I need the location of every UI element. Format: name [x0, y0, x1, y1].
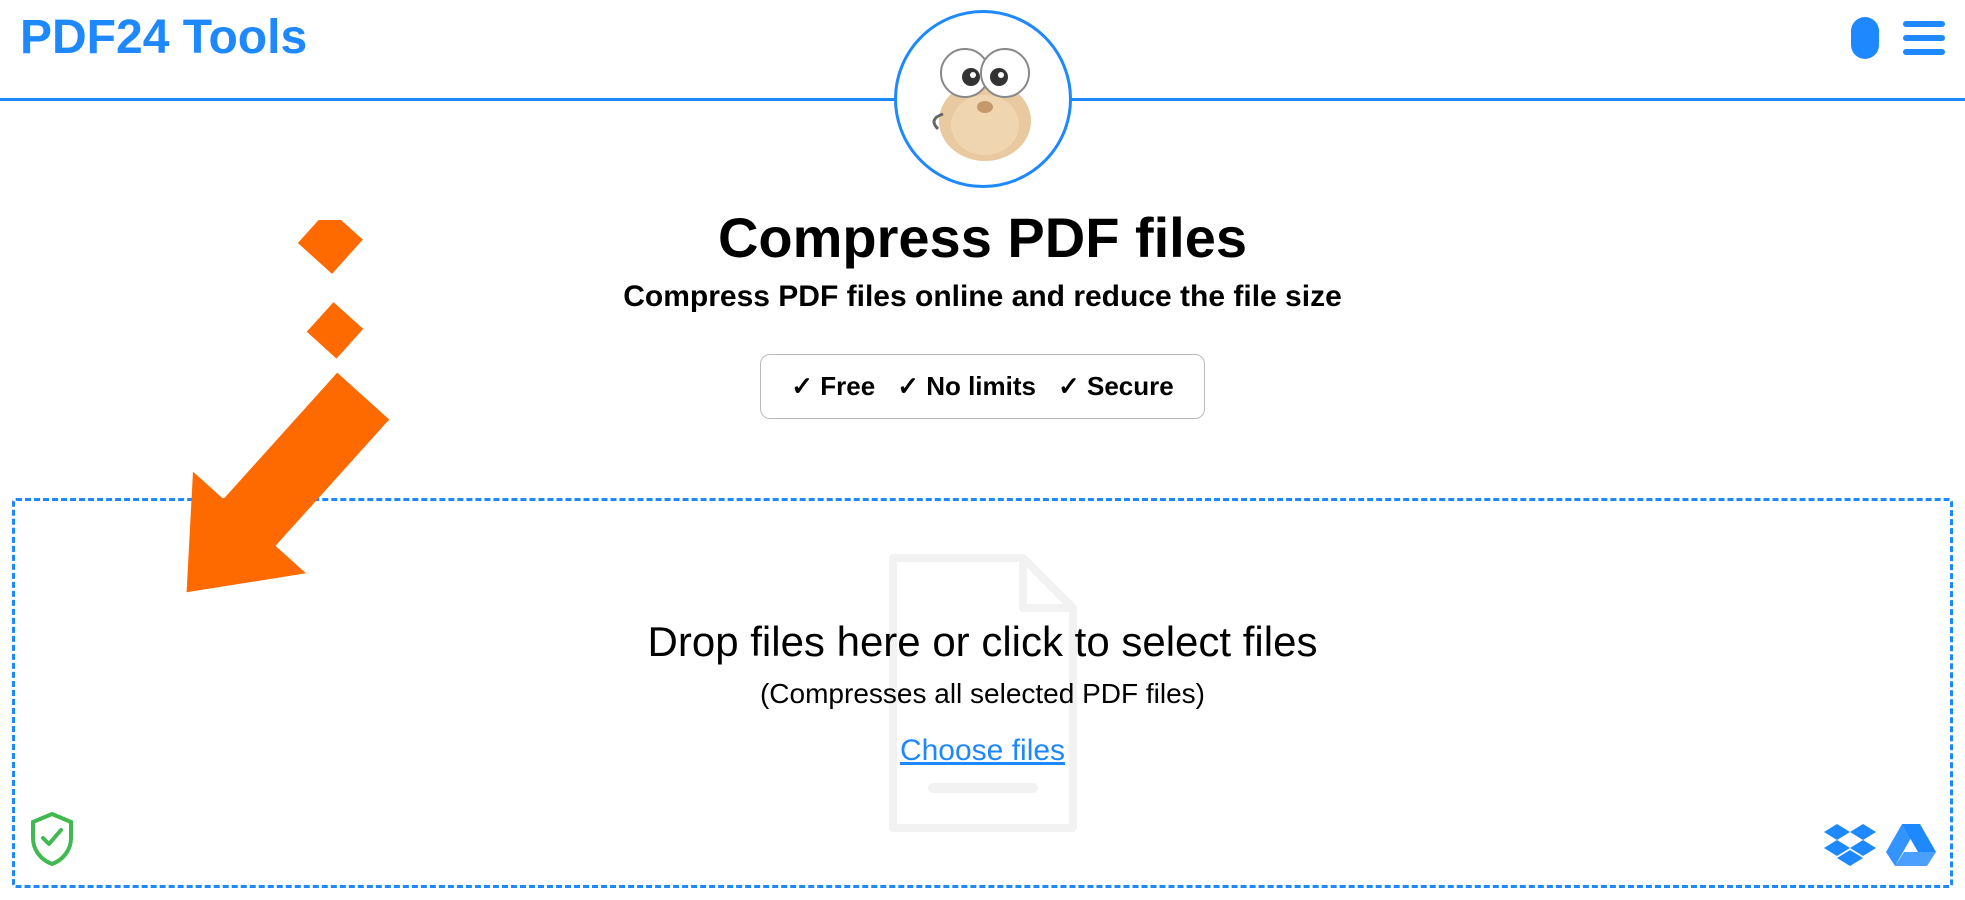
notification-pill-icon[interactable]: [1851, 17, 1879, 59]
pointer-arrow-icon: [130, 220, 600, 640]
choose-files-link[interactable]: Choose files: [900, 734, 1065, 767]
mascot-icon: [894, 10, 1072, 188]
dropzone-subtitle: (Compresses all selected PDF files): [15, 678, 1950, 710]
feature-nolimits: ✓ No limits: [897, 371, 1036, 402]
menu-button[interactable]: [1903, 21, 1945, 55]
shield-check-icon[interactable]: [29, 812, 75, 871]
feature-free: ✓ Free: [791, 371, 875, 402]
brand-logo[interactable]: PDF24 Tools: [20, 10, 307, 65]
dropbox-icon[interactable]: [1824, 822, 1876, 871]
features-box: ✓ Free ✓ No limits ✓ Secure: [760, 354, 1204, 419]
google-drive-icon[interactable]: [1886, 822, 1936, 871]
feature-secure: ✓ Secure: [1058, 371, 1174, 402]
